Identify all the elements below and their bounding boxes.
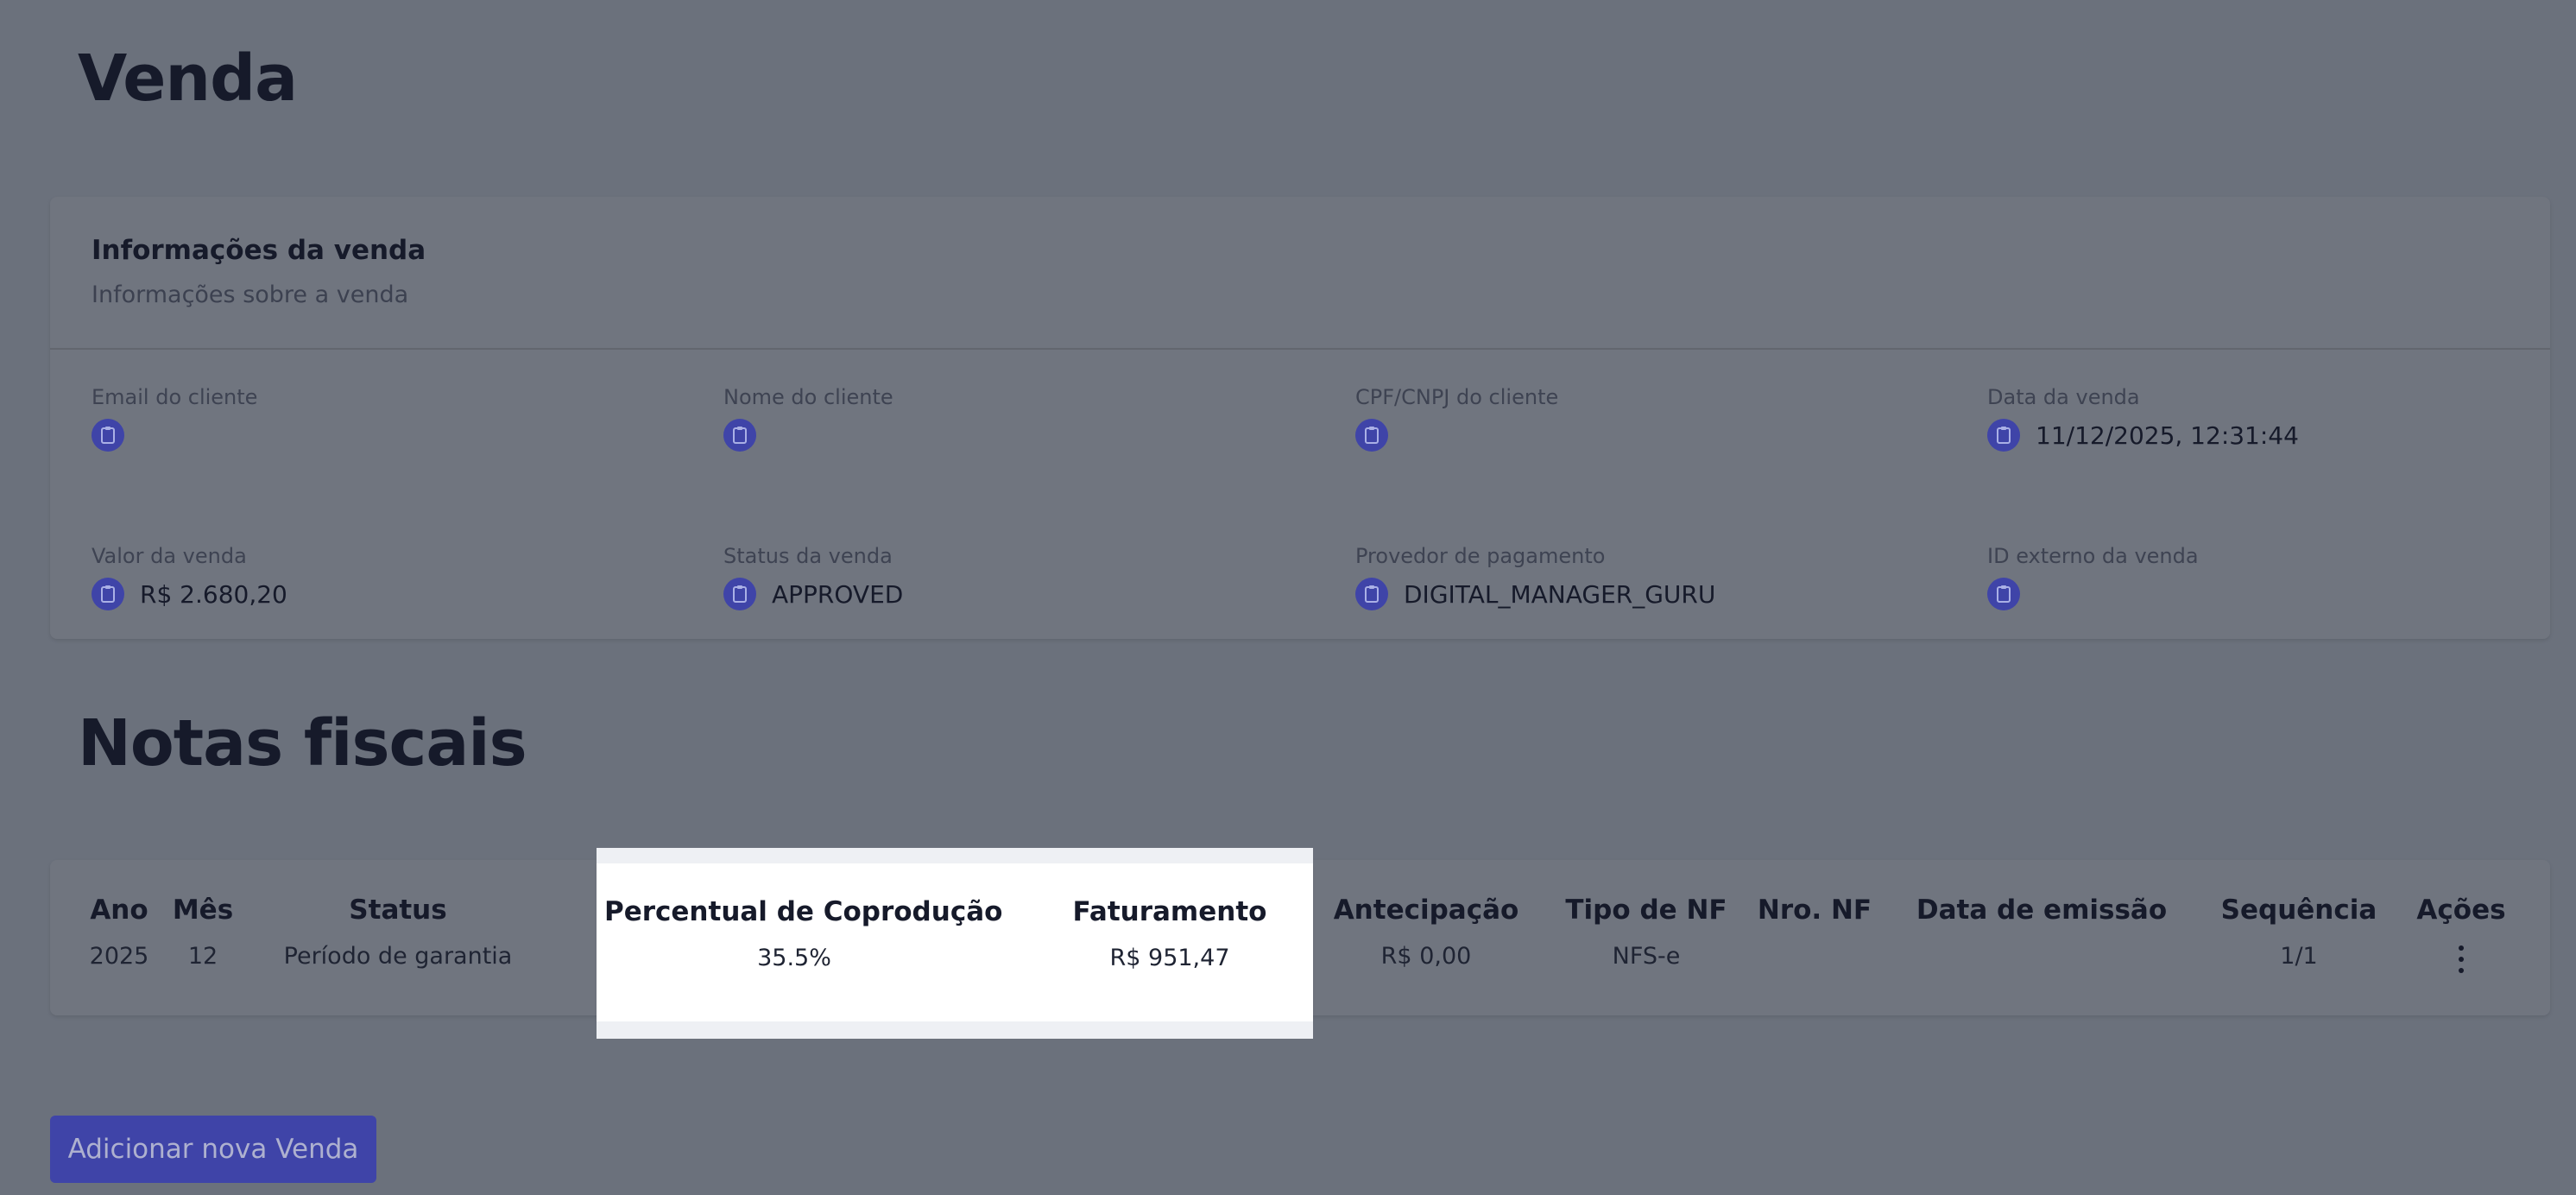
field-label: CPF/CNPJ do cliente [1355,385,1559,409]
field-email-cliente: Email do cliente [92,385,696,452]
table-cell: 2025 [89,943,149,970]
field-label: Email do cliente [92,385,258,409]
section-title-notas: Notas fiscais [78,706,527,781]
col-mes: Mês 12 [164,895,242,970]
clipboard-icon[interactable] [1355,419,1388,452]
column-header[interactable]: Mês [164,895,242,926]
column-header[interactable]: Percentual de Coprodução [604,896,1002,927]
field-nome-cliente: Nome do cliente [723,385,1328,452]
field-label: Valor da venda [92,544,247,568]
column-header[interactable]: Sequência [2210,895,2388,926]
column-header[interactable]: Status [268,895,528,926]
table-cell: R$ 951,47 [1109,945,1230,971]
table-cell: 35.5% [757,945,831,971]
col-acoes: Ações [2405,895,2517,973]
field-valor-venda: Valor da venda R$ 2.680,20 [92,544,696,611]
field-label: Provedor de pagamento [1355,544,1606,568]
clipboard-icon[interactable] [723,419,756,452]
field-id-externo: ID externo da venda [1987,544,2576,611]
field-status-venda: Status da venda APPROVED [723,544,1328,611]
column-header[interactable]: Faturamento [1057,896,1283,927]
divider [50,348,2550,350]
field-label: Status da venda [723,544,893,568]
column-header[interactable]: Tipo de NF [1554,895,1739,926]
col-nro-nf: Nro. NF [1747,895,1882,943]
table-cell: 1/1 [2280,943,2318,970]
column-header[interactable]: Nro. NF [1747,895,1882,926]
field-label: Nome do cliente [723,385,893,409]
field-label: Data da venda [1987,385,2140,409]
field-value: 11/12/2025, 12:31:44 [2036,420,2299,450]
column-header[interactable]: Ações [2405,895,2517,926]
field-cpf-cnpj: CPF/CNPJ do cliente [1355,385,1960,452]
clipboard-icon[interactable] [1355,578,1388,610]
sale-info-card: Informações da venda Informações sobre a… [50,197,2550,639]
col-faturamento: Faturamento R$ 951,47 [1057,896,1283,971]
kebab-menu-icon[interactable] [2459,945,2464,973]
field-data-venda: Data da venda 11/12/2025, 12:31:44 [1987,385,2576,452]
table-cell: R$ 0,00 [1380,943,1472,970]
sale-info-subtitle: Informações sobre a venda [92,281,409,308]
column-header[interactable]: Ano [69,895,169,926]
clipboard-icon[interactable] [1987,419,2020,452]
table-cell: Período de garantia [283,943,513,970]
field-label: ID externo da venda [1987,544,2199,568]
table-cell: 12 [187,943,218,970]
col-tipo-nf: Tipo de NF NFS-e [1554,895,1739,970]
add-new-sale-button[interactable]: Adicionar nova Venda [50,1116,376,1183]
clipboard-icon[interactable] [1987,578,2020,610]
clipboard-icon[interactable] [92,578,124,610]
field-provedor-pagamento: Provedor de pagamento DIGITAL_MANAGER_GU… [1355,544,1960,611]
column-header[interactable]: Antecipação [1323,895,1530,926]
clipboard-icon[interactable] [92,419,124,452]
field-value: DIGITAL_MANAGER_GURU [1404,579,1716,609]
col-status: Status Período de garantia [268,895,528,970]
col-ano: Ano 2025 [69,895,169,970]
col-data-emissao: Data de emissão [1899,895,2184,943]
field-value: APPROVED [772,579,904,609]
field-value: R$ 2.680,20 [140,579,287,609]
sale-info-title: Informações da venda [92,235,426,266]
col-sequencia: Sequência 1/1 [2210,895,2388,970]
page-title: Venda [78,41,298,116]
col-percentual-coproducao: Percentual de Coprodução 35.5% [604,896,1002,971]
clipboard-icon[interactable] [723,578,756,610]
column-header[interactable]: Data de emissão [1899,895,2184,926]
table-cell: NFS-e [1612,943,1681,970]
col-antecipacao: Antecipação R$ 0,00 [1323,895,1530,970]
sale-info-header: Informações da venda Informações sobre a… [92,235,426,308]
